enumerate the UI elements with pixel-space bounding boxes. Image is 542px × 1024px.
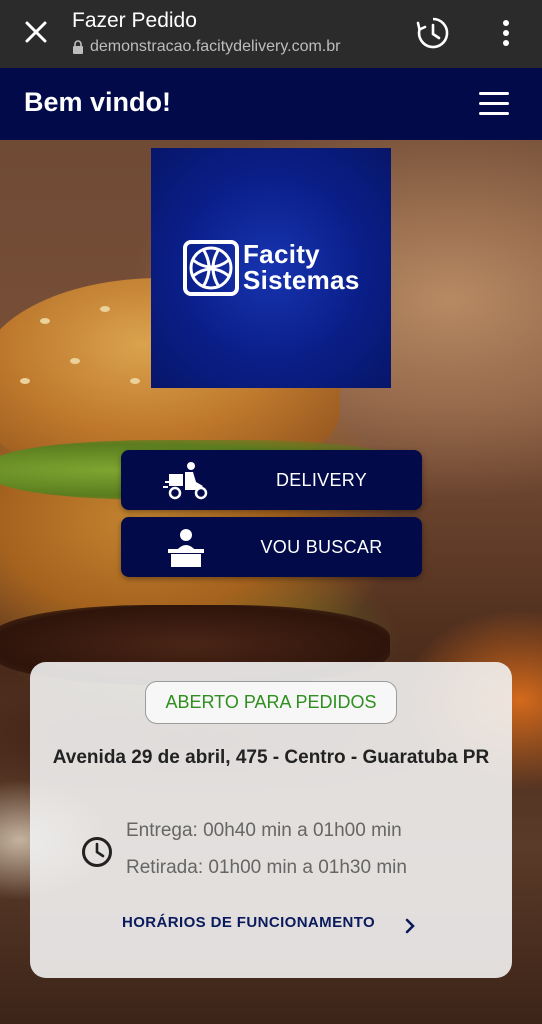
opening-hours-link[interactable]: HORÁRIOS DE FUNCIONAMENTO <box>122 914 375 931</box>
delivery-time: Entrega: 00h40 min a 01h00 min <box>126 820 402 841</box>
store-info-card: ABERTO PARA PEDIDOS Avenida 29 de abril,… <box>30 662 512 978</box>
lock-icon <box>73 40 83 54</box>
browser-url-text: demonstracao.facitydelivery.com.br <box>90 38 341 55</box>
app-header: Bem vindo! <box>0 68 542 140</box>
delivery-scooter-icon <box>163 462 208 500</box>
delivery-button[interactable]: DELIVERY <box>121 450 422 510</box>
chevron-right-icon[interactable] <box>404 918 416 934</box>
close-icon[interactable] <box>18 14 54 50</box>
hamburger-menu-icon[interactable] <box>479 92 509 116</box>
globe-logo-icon <box>183 240 239 296</box>
history-icon[interactable] <box>414 14 452 52</box>
browser-page-title: Fazer Pedido <box>72 9 197 32</box>
pickup-button[interactable]: VOU BUSCAR <box>121 517 422 577</box>
store-logo: Facity Sistemas <box>151 148 391 388</box>
page-title: Bem vindo! <box>24 87 172 117</box>
pickup-button-label: VOU BUSCAR <box>260 537 383 557</box>
status-badge: ABERTO PARA PEDIDOS <box>145 681 397 724</box>
delivery-button-label: DELIVERY <box>275 470 368 490</box>
store-counter-icon <box>168 529 204 567</box>
clock-icon <box>82 837 112 867</box>
more-vert-icon[interactable] <box>492 14 520 52</box>
browser-toolbar: Fazer Pedido demonstracao.facitydelivery… <box>0 0 542 68</box>
browser-url[interactable]: demonstracao.facitydelivery.com.br <box>72 38 340 56</box>
pickup-time: Retirada: 01h00 min a 01h30 min <box>126 857 407 878</box>
logo-text-line2: Sistemas <box>243 265 360 295</box>
store-address: Avenida 29 de abril, 475 - Centro - Guar… <box>52 747 490 768</box>
logo-text-line1: Facity <box>243 239 320 269</box>
